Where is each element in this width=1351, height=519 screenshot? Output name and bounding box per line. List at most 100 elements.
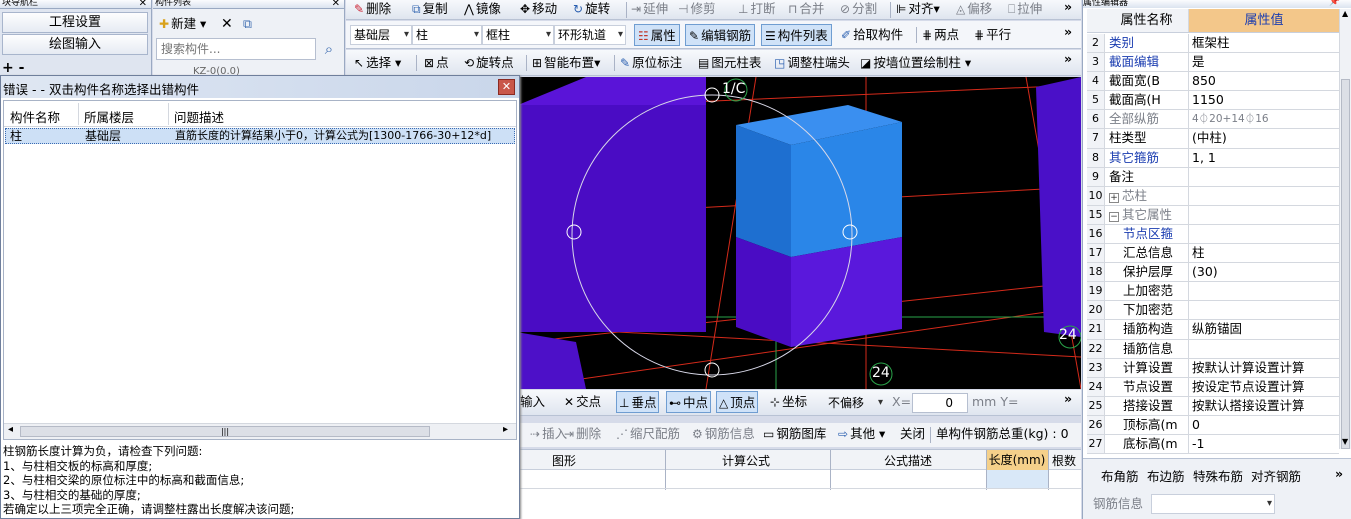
property-row[interactable]: 20 下加密范 (1087, 301, 1339, 321)
scroll-right-icon[interactable]: ▸ (503, 424, 508, 435)
scroll-down-icon[interactable]: ▼ (1342, 437, 1348, 446)
property-row[interactable]: 18 保护层厚 (30) (1087, 263, 1339, 283)
delete-button[interactable]: ✎ 删除 (354, 0, 391, 20)
copy-button[interactable]: ⧉ 复制 (412, 0, 448, 20)
close-icon[interactable]: ✕ (332, 0, 340, 9)
break-button[interactable]: ⊥ 打断 (738, 0, 775, 20)
align-button[interactable]: ⊫ 对齐▾ (896, 0, 940, 20)
property-value[interactable] (1189, 168, 1339, 186)
property-value[interactable]: (30) (1189, 263, 1339, 281)
parallel-button[interactable]: ⋕ 平行 (974, 24, 1011, 46)
offset-select[interactable]: 不偏移 (824, 393, 886, 413)
edit-rebar-button[interactable]: ✎ 编辑钢筋 (685, 24, 756, 46)
vertex-snap[interactable]: △ 顶点 (716, 391, 759, 413)
scroll-thumb[interactable] (1341, 79, 1350, 449)
horizontal-scrollbar[interactable]: ◂ ||| ▸ (4, 423, 516, 439)
property-row[interactable]: 24 节点设置 按设定节点设置计算 (1087, 377, 1339, 397)
more-icon[interactable]: » (1064, 388, 1072, 410)
property-value[interactable]: 是 (1189, 53, 1339, 71)
property-value[interactable] (1189, 301, 1339, 319)
property-value[interactable]: 按设定节点设置计算 (1189, 378, 1339, 396)
property-value[interactable] (1189, 340, 1339, 358)
property-row[interactable]: 5 截面高(H 1150 (1087, 91, 1339, 111)
property-value[interactable]: 按默认计算设置计算 (1189, 359, 1339, 377)
split-button[interactable]: ⊘ 分割 (840, 0, 877, 20)
copy-icon[interactable]: ⧉ (243, 13, 252, 35)
property-row[interactable]: 26 顶标高(m 0 (1087, 415, 1339, 435)
property-value[interactable]: 柱 (1189, 244, 1339, 262)
property-row[interactable]: 16 节点区箍 (1087, 224, 1339, 245)
more-icon[interactable]: » (1064, 48, 1072, 70)
other-button[interactable]: ⇨ 其他 ▾ (838, 423, 885, 445)
rebar-library-button[interactable]: ▭ 钢筋图库 (763, 423, 826, 445)
align-rebar-button[interactable]: 对齐钢筋 (1251, 466, 1301, 488)
property-row[interactable]: 17 汇总信息柱 (1087, 244, 1339, 264)
nav-item-project-settings[interactable]: 工程设置 (2, 12, 148, 33)
search-icon[interactable]: ⌕ (318, 38, 340, 60)
property-value[interactable]: 框架柱 (1189, 34, 1339, 52)
point-button[interactable]: ⊠ 点 (424, 52, 449, 74)
property-row[interactable]: 15− 其它属性 (1087, 205, 1339, 225)
component-list-button[interactable]: ☰ 构件列表 (761, 24, 832, 46)
close-icon[interactable]: ✕ (139, 0, 147, 9)
more-icon[interactable]: » (1335, 463, 1343, 485)
property-row[interactable]: 9 备注 (1087, 167, 1339, 187)
new-component-button[interactable]: ✚ 新建 ▾ (159, 13, 206, 35)
type-select[interactable]: 柱 (412, 25, 482, 45)
table-row-length-cell[interactable] (987, 470, 1048, 488)
move-button[interactable]: ✥ 移动 (520, 0, 557, 20)
property-row[interactable]: 8 其它箍筋 1, 1 (1087, 148, 1339, 168)
property-row[interactable]: 2 类别 框架柱 (1087, 34, 1339, 54)
rebar-info-select[interactable] (1151, 494, 1275, 514)
property-value[interactable] (1189, 206, 1339, 224)
smart-layout-button[interactable]: ⊞ 智能布置▾ (532, 52, 600, 74)
property-row[interactable]: 21 插筋构造 纵筋锚固 (1087, 320, 1339, 340)
property-value[interactable]: -1 (1189, 435, 1339, 453)
property-value[interactable] (1189, 225, 1339, 243)
scale-rebar-button[interactable]: ⋰ 缩尺配筋 (616, 423, 680, 445)
delete-row-button[interactable]: ⇥ 删除 (564, 423, 601, 445)
x-coordinate-input[interactable] (912, 393, 968, 413)
perpendicular-snap[interactable]: ⊥ 垂点 (616, 391, 660, 413)
property-row[interactable]: 22 插筋信息 (1087, 339, 1339, 359)
property-value[interactable]: 按默认搭接设置计算 (1189, 397, 1339, 415)
rebar-info-button[interactable]: ⚙ 钢筋信息 (692, 423, 755, 445)
property-scrollbar[interactable]: ▲ ▼ (1339, 9, 1351, 449)
pick-component-button[interactable]: ✐ 拾取构件 (841, 24, 903, 46)
property-value[interactable]: 1150 (1189, 91, 1339, 109)
close-button[interactable]: 关闭 (900, 423, 925, 445)
in-place-annotate-button[interactable]: ✎ 原位标注 (620, 52, 682, 74)
midpoint-snap[interactable]: ⊷ 中点 (666, 391, 712, 413)
rotate-point-button[interactable]: ⟲ 旋转点 (464, 52, 514, 74)
property-value[interactable]: 0 (1189, 416, 1339, 434)
dialog-close-button[interactable]: ✕ (498, 79, 515, 95)
property-value[interactable]: 纵筋锚固 (1189, 320, 1339, 338)
stretch-button[interactable]: ⎕ 拉伸 (1008, 0, 1042, 20)
extend-button[interactable]: ⇥ 延伸 (631, 0, 668, 20)
property-row[interactable]: 25 搭接设置 按默认搭接设置计算 (1087, 396, 1339, 416)
property-row[interactable]: 6 全部纵筋 4⏀20+14⏀16 (1087, 110, 1339, 130)
property-value[interactable]: 4⏀20+14⏀16 (1189, 110, 1339, 128)
intersection-snap[interactable]: ✕ 交点 (564, 391, 601, 413)
scroll-thumb[interactable]: ||| (20, 426, 430, 437)
corner-rebar-button[interactable]: 布角筋 (1101, 466, 1139, 488)
rotate-button[interactable]: ↻ 旋转 (573, 0, 610, 20)
property-row[interactable]: 4 截面宽(B 850 (1087, 72, 1339, 92)
property-row[interactable]: 27 底标高(m -1 (1087, 434, 1339, 455)
pin-icon[interactable]: 📌 (1329, 0, 1340, 7)
special-rebar-button[interactable]: 特殊布筋 (1193, 466, 1243, 488)
subtype-select[interactable]: 框柱 (482, 25, 554, 45)
mirror-button[interactable]: ⋀ 镜像 (464, 0, 501, 20)
more-icon[interactable]: » (1064, 0, 1072, 18)
property-value[interactable] (1189, 187, 1339, 205)
expand-icon[interactable]: + (1109, 192, 1119, 203)
two-point-button[interactable]: ⋕ 两点 (922, 24, 959, 46)
side-rebar-button[interactable]: 布边筋 (1147, 466, 1185, 488)
property-row[interactable]: 23 计算设置 按默认计算设置计算 (1087, 358, 1339, 378)
delete-icon[interactable]: ✕ (221, 13, 233, 35)
column-table-button[interactable]: ▤ 图元柱表 (698, 52, 761, 74)
property-value[interactable] (1189, 282, 1339, 300)
adjust-column-end-button[interactable]: ◳ 调整柱端头 (774, 52, 850, 74)
scroll-up-icon[interactable]: ▲ (1342, 9, 1348, 18)
property-row[interactable]: 10 + 芯柱 (1087, 186, 1339, 206)
